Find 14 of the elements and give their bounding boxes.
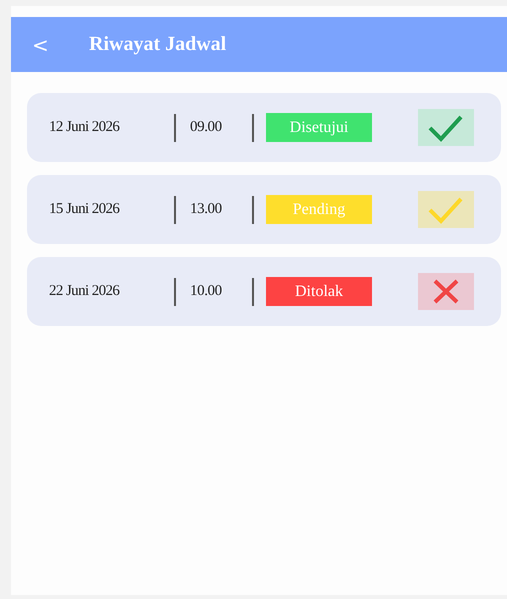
status-badge: Ditolak [266,277,372,306]
cross-icon [418,273,474,310]
time-text: 13.00 [189,201,223,218]
page-title: Riwayat Jadwal [89,33,226,56]
date-text: 12 Juni 2026 [48,119,120,136]
time-text: 09.00 [189,119,223,136]
status-badge: Disetujui [266,113,372,142]
back-button[interactable]: < [32,32,89,56]
date-text: 22 Juni 2026 [48,283,120,300]
date-text: 15 Juni 2026 [48,201,120,218]
status-badge: Pending [266,195,372,224]
time-text: 10.00 [189,283,223,300]
check-icon [418,109,474,146]
check-icon [418,191,474,228]
